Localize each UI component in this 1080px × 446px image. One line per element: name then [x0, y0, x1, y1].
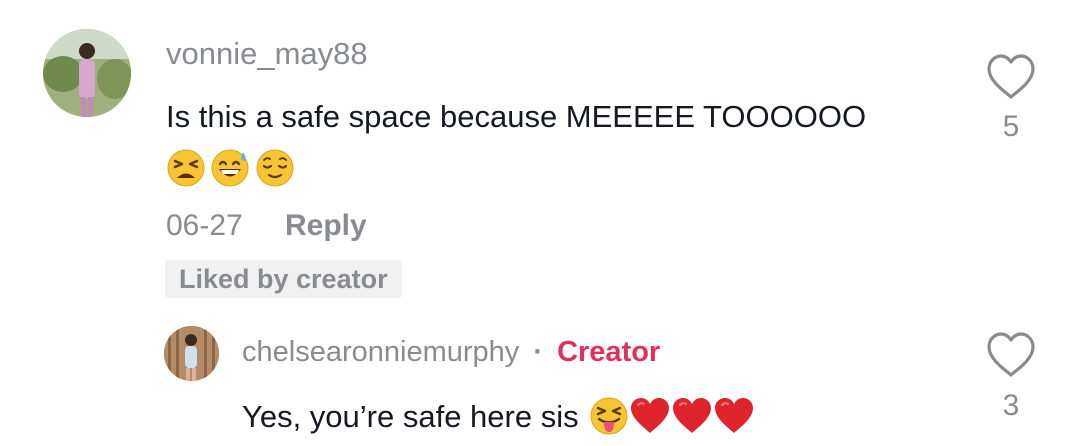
comment-text: Is this a safe space because MEEEEE TOOO…: [166, 99, 867, 134]
separator-dot: ·: [533, 336, 544, 368]
comment-like-count: 5: [1002, 110, 1020, 143]
comment-date: 06-27: [166, 209, 243, 242]
squinting-tongue-face-emoji: [590, 397, 628, 435]
commenter-avatar[interactable]: [43, 29, 131, 117]
reply-text-line: Yes, you’re safe here sis: [242, 396, 755, 436]
comment-like-button[interactable]: [984, 52, 1038, 102]
heart-outline-icon: [987, 332, 1035, 377]
relieved-face-emoji: [256, 149, 294, 187]
red-heart-emoji: [714, 398, 753, 433]
reply-header: chelsearonniemurphy · Creator: [242, 338, 660, 367]
reply-like-count: 3: [1002, 389, 1020, 422]
heart-outline-icon: [987, 54, 1035, 99]
reply-like-button[interactable]: [984, 330, 1038, 380]
red-heart-emoji: [630, 398, 669, 433]
comment-emojis: [166, 148, 295, 188]
creator-tag: Creator: [557, 336, 661, 368]
reply-username[interactable]: chelsearonniemurphy: [242, 336, 519, 368]
reply-emojis: [589, 396, 755, 436]
liked-by-creator-badge: Liked by creator: [165, 260, 402, 298]
commenter-username[interactable]: vonnie_may88: [166, 38, 368, 69]
reply-avatar[interactable]: [164, 326, 219, 381]
reply-text: Yes, you’re safe here sis: [242, 398, 579, 434]
tired-face-emoji: [167, 149, 205, 187]
reply-button[interactable]: Reply: [285, 211, 367, 241]
grinning-sweat-emoji: [211, 149, 249, 187]
red-heart-emoji: [672, 398, 711, 433]
